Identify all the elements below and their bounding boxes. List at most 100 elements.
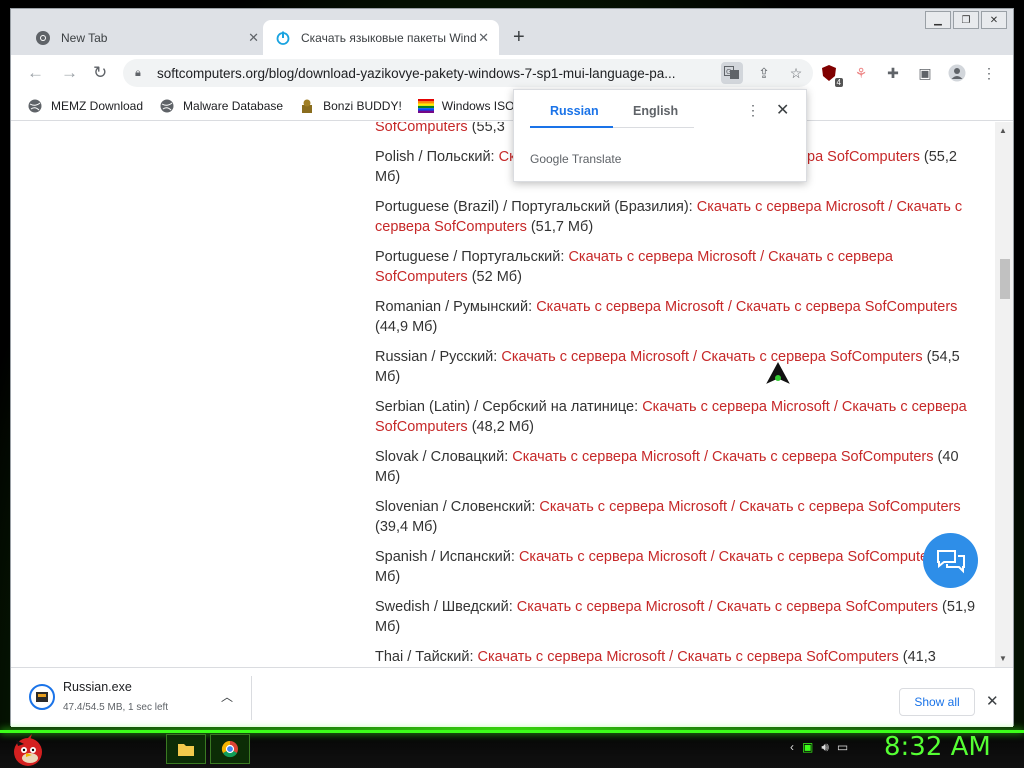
scroll-thumb[interactable] xyxy=(1000,259,1010,299)
bookmark-bonzi-buddy[interactable]: Bonzi BUDDY! xyxy=(299,98,402,114)
tab-strip: New Tab ✕ Скачать языковые пакеты Wind ✕… xyxy=(11,9,1013,55)
sofcomputers-download-link[interactable]: Скачать с сервера SofComputers xyxy=(739,499,961,515)
microsoft-download-link[interactable]: Скачать с сервера Microsoft xyxy=(517,599,705,615)
show-all-button[interactable]: Show all xyxy=(899,688,975,716)
divider xyxy=(251,676,252,720)
chat-button[interactable] xyxy=(923,533,978,588)
reload-icon[interactable]: ↻ xyxy=(93,63,107,83)
lock-icon: 🔒︎ xyxy=(135,66,141,79)
new-tab-icon[interactable]: + xyxy=(513,27,525,47)
sofcomputers-download-link[interactable]: Скачать с сервера SofComputers xyxy=(736,299,958,315)
microsoft-download-link[interactable]: Скачать с сервера Microsoft xyxy=(697,199,885,215)
folder-icon xyxy=(178,744,194,756)
minimize-button[interactable]: ▁ xyxy=(925,11,951,29)
sofcomputers-download-link[interactable]: SofComputers xyxy=(375,122,468,135)
link-separator: / xyxy=(829,399,842,415)
angry-bird-icon xyxy=(14,734,42,766)
language-entry: Serbian (Latin) / Сербский на латинице: … xyxy=(375,397,985,437)
bookmark-malware-database[interactable]: Malware Database xyxy=(159,98,283,114)
star-icon[interactable]: ☆ xyxy=(785,62,807,84)
profile-icon[interactable] xyxy=(947,63,967,83)
share-icon[interactable]: ⇪ xyxy=(753,62,775,84)
language-entry: Portuguese (Brazil) / Португальский (Бра… xyxy=(375,197,985,237)
scroll-down-icon[interactable]: ▼ xyxy=(999,654,1007,663)
scroll-up-icon[interactable]: ▲ xyxy=(999,126,1007,135)
microsoft-download-link[interactable]: Скачать с сервера Microsoft xyxy=(642,399,830,415)
chrome-taskbar-button[interactable] xyxy=(210,734,250,764)
link-separator: / xyxy=(706,549,719,565)
language-name: Spanish / Испанский: xyxy=(375,549,519,565)
action-center-icon[interactable]: ▭ xyxy=(837,740,848,755)
chat-icon xyxy=(936,549,965,573)
language-entry: Russian / Русский: Скачать с сервера Mic… xyxy=(375,347,985,387)
menu-icon[interactable]: ⋮ xyxy=(979,63,999,83)
language-name: Portuguese (Brazil) / Португальский (Бра… xyxy=(375,199,697,215)
bookmark-memz[interactable]: MEMZ Download xyxy=(27,98,143,114)
link-separator: / xyxy=(756,249,769,265)
sofcomputers-download-link[interactable]: Скачать с сервера SofComputers xyxy=(712,449,934,465)
close-window-button[interactable]: ✕ xyxy=(981,11,1007,29)
sofcomputers-download-link[interactable]: Скачать с сервера SofComputers xyxy=(677,649,899,665)
side-panel-icon[interactable]: ▣ xyxy=(915,63,935,83)
bookmark-label: Bonzi BUDDY! xyxy=(323,98,402,113)
link-separator: / xyxy=(884,199,897,215)
close-icon[interactable]: ✕ xyxy=(478,30,489,46)
translate-popup: Russian English ⋮ ✕ Google Translate xyxy=(513,89,807,182)
microsoft-download-link[interactable]: Скачать с сервера Microsoft xyxy=(519,549,707,565)
translate-tab-target[interactable]: English xyxy=(633,104,678,118)
maximize-button[interactable]: ❐ xyxy=(953,11,979,29)
address-bar[interactable]: 🔒︎ softcomputers.org/blog/download-yazik… xyxy=(123,59,813,87)
microsoft-download-link[interactable]: Скачать с сервера Microsoft xyxy=(501,349,689,365)
close-icon[interactable]: ✕ xyxy=(986,692,999,710)
url-text: softcomputers.org/blog/download-yazikovy… xyxy=(157,65,676,81)
translate-icon[interactable]: G xyxy=(721,62,743,84)
download-status: 47.4/54.5 MB, 1 sec left xyxy=(63,702,169,713)
microsoft-download-link[interactable]: Скачать с сервера Microsoft xyxy=(568,249,756,265)
microsoft-download-link[interactable]: Скачать с сервера Microsoft xyxy=(478,649,666,665)
tab-new-tab[interactable]: New Tab ✕ xyxy=(23,20,269,55)
microsoft-download-link[interactable]: Скачать с сервера Microsoft xyxy=(512,449,700,465)
back-icon[interactable]: ← xyxy=(27,63,44,83)
file-size: (48,2 Мб) xyxy=(467,419,535,435)
volume-icon[interactable]: 🔊︎ xyxy=(821,740,829,755)
tab-active[interactable]: Скачать языковые пакеты Wind ✕ xyxy=(263,20,499,55)
download-bar: Russian.exe 47.4/54.5 MB, 1 sec left ︿ S… xyxy=(11,667,1013,727)
bookmark-windows-isos[interactable]: Windows ISOs xyxy=(417,98,520,114)
power-icon xyxy=(275,30,291,46)
microsoft-download-link[interactable]: Скачать с сервера Microsoft xyxy=(536,299,724,315)
more-options-icon[interactable]: ⋮ xyxy=(746,102,760,119)
ublock-icon[interactable]: 4 xyxy=(819,63,843,87)
language-entry: Swedish / Шведский: Скачать с сервера Mi… xyxy=(375,597,985,637)
puzzle-icon[interactable]: ✚ xyxy=(883,63,903,83)
globe-icon xyxy=(159,98,175,114)
sofcomputers-download-link[interactable]: Скачать с сервера SofComputers xyxy=(719,549,941,565)
chevron-icon[interactable]: ‹ xyxy=(790,740,794,755)
extension-icon[interactable]: ⚘ xyxy=(851,63,871,83)
network-icon[interactable]: ▣ xyxy=(802,740,813,755)
language-name: Slovak / Словацкий: xyxy=(375,449,513,465)
language-name: Swedish / Шведский: xyxy=(375,599,517,615)
download-file-icon[interactable] xyxy=(29,684,55,710)
chevron-up-icon[interactable]: ︿ xyxy=(221,688,233,705)
rainbow-flag-icon xyxy=(417,98,434,114)
bookmark-label: Malware Database xyxy=(183,98,284,113)
sofcomputers-download-link[interactable]: Скачать с сервера SofComputers xyxy=(717,599,939,615)
toolbar: ← → ↻ 🔒︎ softcomputers.org/blog/download… xyxy=(11,55,1013,91)
close-icon[interactable]: ✕ xyxy=(776,100,789,120)
start-button[interactable] xyxy=(8,730,48,768)
taskbar-clock[interactable]: 8:32 AM xyxy=(884,732,991,762)
scrollbar[interactable]: ▲ ▼ xyxy=(995,122,1013,667)
file-size: (41,3 xyxy=(898,649,936,665)
translate-tab-source[interactable]: Russian xyxy=(550,104,599,118)
selected-tab-indicator xyxy=(530,126,613,128)
file-explorer-button[interactable] xyxy=(166,734,206,764)
download-filename[interactable]: Russian.exe xyxy=(63,680,132,694)
language-name: Serbian (Latin) / Сербский на латинице: xyxy=(375,399,643,415)
link-separator: / xyxy=(688,349,702,365)
close-icon[interactable]: ✕ xyxy=(248,30,259,46)
translate-brand: Google Translate xyxy=(530,152,622,166)
language-name: Russian / Русский: xyxy=(375,349,502,365)
sofcomputers-download-link[interactable]: Скачать с сервера SofComputers xyxy=(701,349,923,365)
forward-icon[interactable]: → xyxy=(61,63,78,83)
microsoft-download-link[interactable]: Скачать с сервера Microsoft xyxy=(539,499,727,515)
